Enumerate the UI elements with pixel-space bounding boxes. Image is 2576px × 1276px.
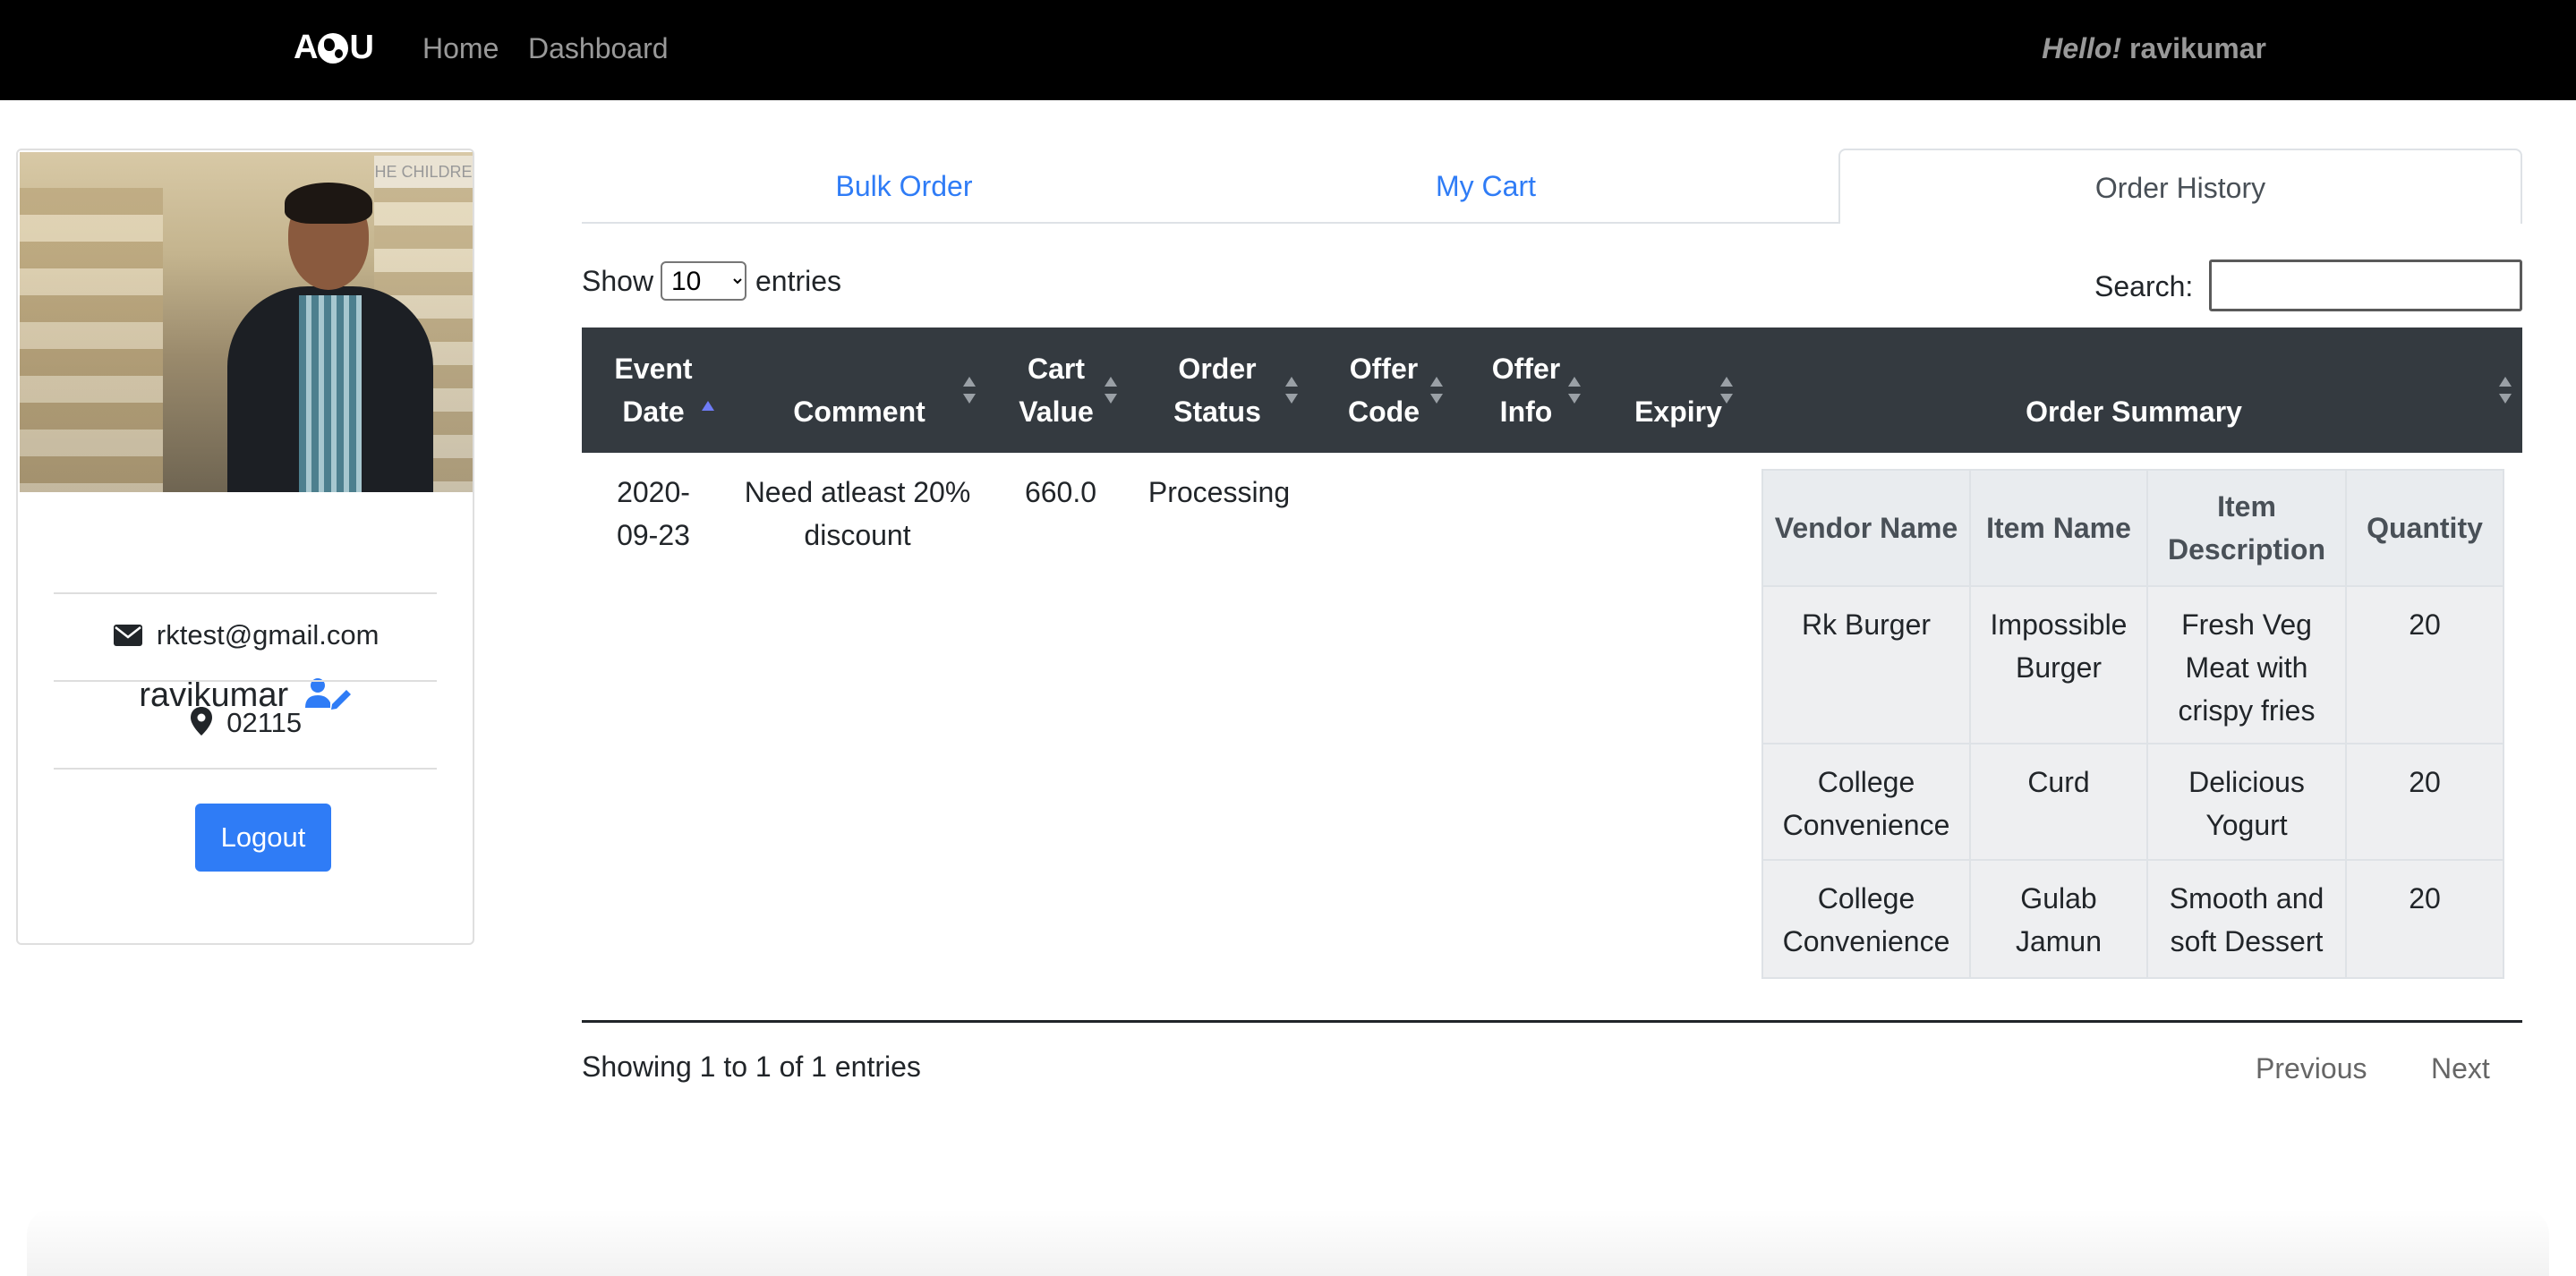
sort-asc-icon — [702, 354, 714, 411]
search-input[interactable] — [2209, 259, 2522, 311]
map-marker-icon — [190, 707, 219, 738]
column-header-comment[interactable]: Comment — [734, 349, 985, 474]
column-header-order-summary[interactable]: Order Summary — [1763, 349, 2504, 474]
entries-label: entries — [755, 265, 842, 297]
summary-header-item: Item Name — [1986, 512, 2131, 544]
nav-dashboard-link[interactable]: Dashboard — [528, 32, 669, 65]
cell-event-date: 2020-09-23 — [617, 476, 690, 551]
show-label: Show — [582, 265, 654, 297]
summary-vendor: Rk Burger — [1801, 608, 1932, 641]
profile-email: rktest@gmail.com — [156, 619, 380, 651]
sort-icon — [1105, 377, 1117, 404]
sort-icon — [963, 377, 976, 404]
header-label: Cart Value — [1019, 353, 1094, 428]
summary-description: Fresh Veg Meat with crispy fries — [2178, 608, 2316, 727]
summary-header-quantity: Quantity — [2367, 512, 2483, 544]
brand-logo[interactable]: A U — [294, 29, 374, 67]
divider — [54, 592, 437, 594]
column-header-event-date[interactable]: Event Date — [582, 328, 725, 453]
envelope-icon — [113, 621, 149, 651]
sort-icon — [1285, 377, 1298, 404]
order-tabs: Bulk Order My Cart Order History — [582, 149, 2522, 224]
sort-icon — [1430, 377, 1443, 404]
row-divider — [1763, 743, 2503, 744]
globe-icon — [318, 32, 349, 64]
header-label: Offer Code — [1348, 353, 1420, 428]
page-footer-shadow — [27, 1208, 2549, 1276]
summary-vendor: College Convenience — [1782, 882, 1950, 957]
row-divider — [1763, 859, 2503, 861]
sort-icon — [2499, 377, 2512, 404]
tab-bulk-order[interactable]: Bulk Order — [582, 149, 1226, 224]
header-label: Event Date — [614, 353, 693, 428]
summary-header-description: Item Description — [2167, 490, 2326, 566]
summary-quantity: 20 — [2409, 766, 2441, 798]
user-greeting: Hello! ravikumar — [2042, 32, 2266, 65]
profile-photo: HE CHILDRE — [20, 152, 473, 492]
table-info: Showing 1 to 1 of 1 entries — [582, 1051, 921, 1083]
profile-email-row: rktest@gmail.com — [20, 619, 473, 651]
profile-zip-row: 02115 — [20, 707, 473, 739]
photo-background-left — [20, 188, 163, 492]
divider — [54, 768, 437, 770]
search-label: Search: — [2094, 270, 2194, 302]
summary-item: Curd — [2027, 766, 2090, 798]
sort-icon — [1720, 377, 1733, 404]
brand-letter-a: A — [294, 29, 318, 66]
profile-card: HE CHILDRE ravikumar rktest@gmail.com 02… — [16, 149, 474, 945]
order-summary-table: Vendor Name Item Name Item Description Q… — [1761, 469, 2504, 979]
header-label: Order Status — [1173, 353, 1261, 428]
photo-sign: HE CHILDRE — [374, 156, 473, 188]
header-label: Order Summary — [2026, 396, 2242, 428]
cell-comment: Need atleast 20% discount — [744, 476, 971, 551]
header-label: Comment — [793, 396, 925, 428]
summary-item: Impossible Burger — [1990, 608, 2128, 684]
photo-hair — [285, 183, 372, 224]
profile-zip: 02115 — [226, 707, 303, 738]
cell-cart-value: 660.0 — [1024, 476, 1097, 508]
entries-per-page-select[interactable]: 10 — [661, 261, 746, 301]
column-header-cart-value[interactable]: Cart Value — [1002, 328, 1110, 453]
header-label: Expiry — [1634, 396, 1722, 428]
column-header-expiry[interactable]: Expiry — [1602, 349, 1754, 474]
sort-icon — [1568, 377, 1581, 404]
table-bottom-border — [582, 1020, 2522, 1023]
greeting-username: ravikumar — [2129, 32, 2266, 64]
summary-description: Smooth and soft Dessert — [2169, 882, 2324, 957]
header-label: Offer Info — [1491, 353, 1561, 428]
previous-page-button[interactable]: Previous — [2256, 1052, 2367, 1085]
summary-quantity: 20 — [2409, 608, 2441, 641]
tab-my-cart[interactable]: My Cart — [1164, 149, 1808, 224]
summary-header-vendor: Vendor Name — [1774, 512, 1958, 544]
summary-vendor: College Convenience — [1782, 766, 1950, 841]
nav-home-link[interactable]: Home — [422, 32, 499, 65]
summary-quantity: 20 — [2409, 882, 2441, 914]
brand-letter-u: U — [349, 29, 373, 66]
cell-order-status: Processing — [1147, 476, 1291, 508]
divider — [54, 680, 437, 682]
column-header-order-status[interactable]: Order Status — [1128, 328, 1307, 453]
summary-item: Gulab Jamun — [2015, 882, 2103, 957]
logout-button[interactable]: Logout — [195, 804, 331, 872]
summary-description: Delicious Yogurt — [2188, 766, 2305, 841]
photo-shirt — [299, 295, 362, 492]
greeting-prefix: Hello! — [2042, 32, 2122, 64]
tab-order-history[interactable]: Order History — [1838, 149, 2522, 224]
top-navbar: A U Home Dashboard Hello! ravikumar — [0, 0, 2576, 100]
table-header: Event Date Comment Cart Value Order Stat… — [582, 328, 2522, 453]
next-page-button[interactable]: Next — [2431, 1052, 2490, 1085]
row-divider — [1763, 585, 2503, 587]
